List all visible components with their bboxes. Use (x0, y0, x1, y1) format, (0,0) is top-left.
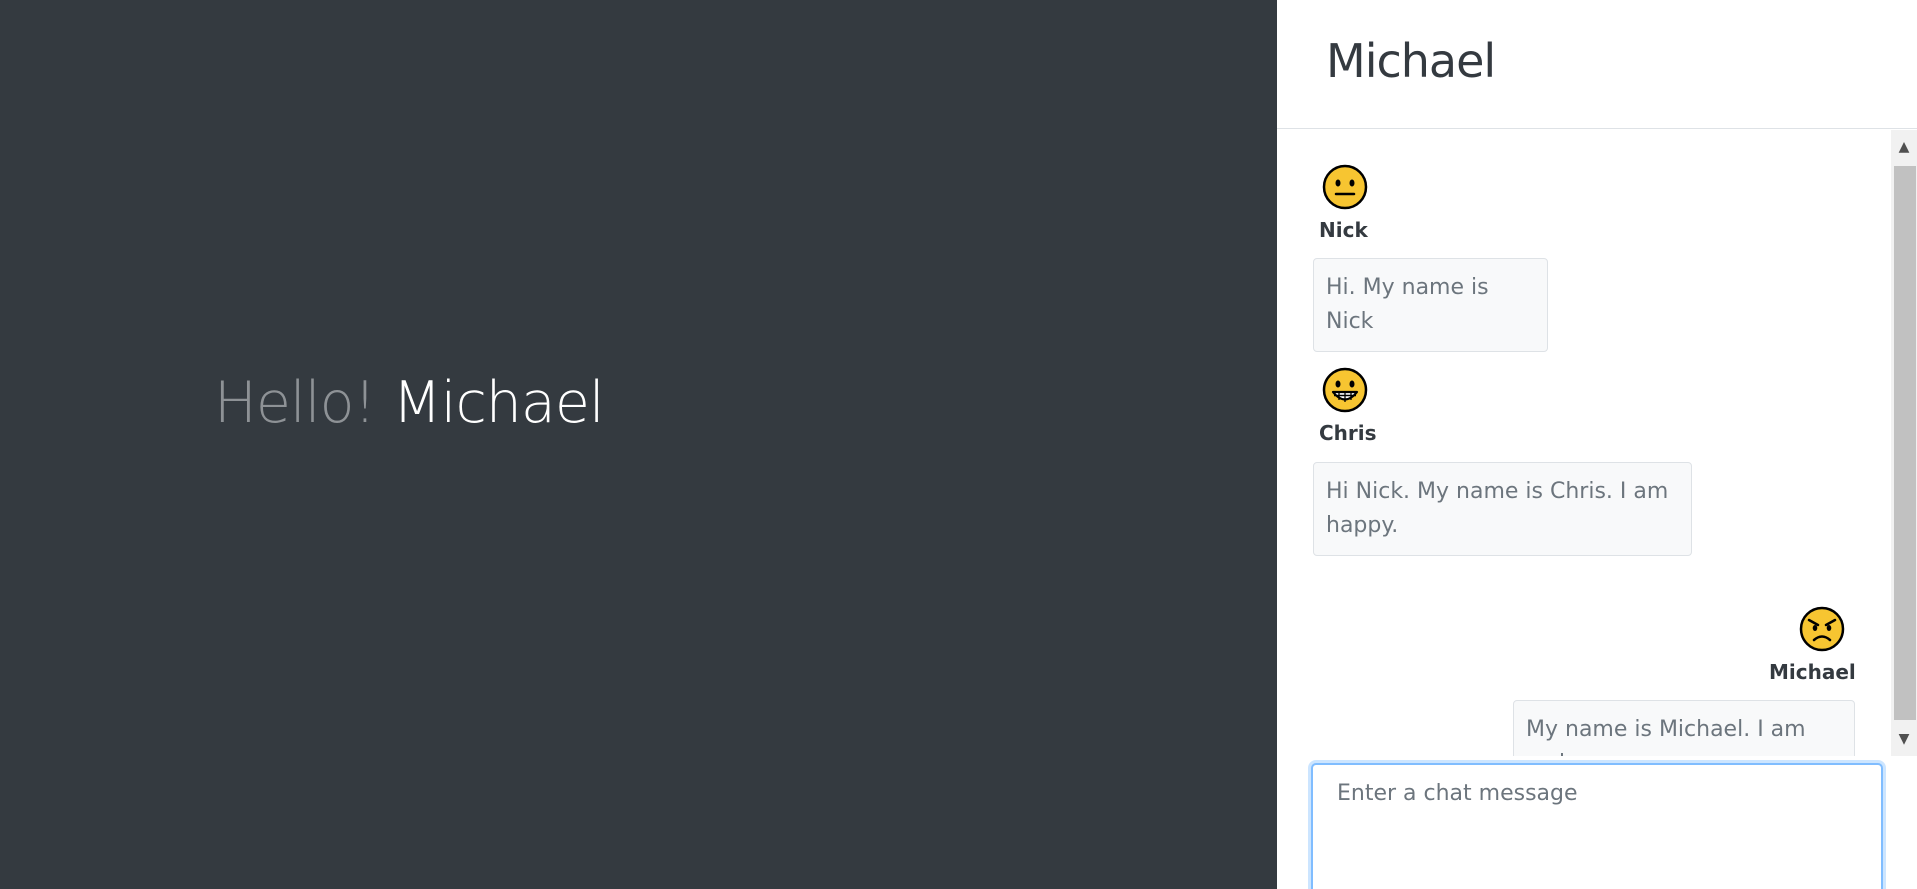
greeting-username: Michael (392, 370, 604, 436)
chat-title: Michael (1326, 34, 1496, 88)
message-list[interactable]: Nick Hi. My name is Nick Chris Hi Nick. … (1277, 130, 1917, 756)
chat-header: Michael (1277, 0, 1917, 129)
message-item: Michael My name is Michael. I am sad. (1277, 130, 1877, 756)
scroll-thumb[interactable] (1894, 166, 1916, 720)
message-bubble: My name is Michael. I am sad. (1513, 700, 1855, 756)
greeting-hello: Hello! (214, 370, 376, 436)
chat-input-container (1311, 763, 1883, 889)
message-list-scrollbar[interactable]: ▲ ▼ (1891, 130, 1917, 756)
chat-panel: Michael Nick Hi. My name is Nick Chris H… (1277, 0, 1917, 889)
chat-message-input[interactable] (1313, 765, 1881, 889)
scroll-down-arrow-icon[interactable]: ▼ (1891, 722, 1917, 756)
angry-face-icon (1799, 606, 1845, 652)
greeting-heading: Hello! Michael (214, 370, 605, 436)
scroll-up-arrow-icon[interactable]: ▲ (1891, 130, 1917, 164)
welcome-pane: Hello! Michael (0, 0, 1277, 889)
message-author: Michael (1769, 660, 1856, 684)
